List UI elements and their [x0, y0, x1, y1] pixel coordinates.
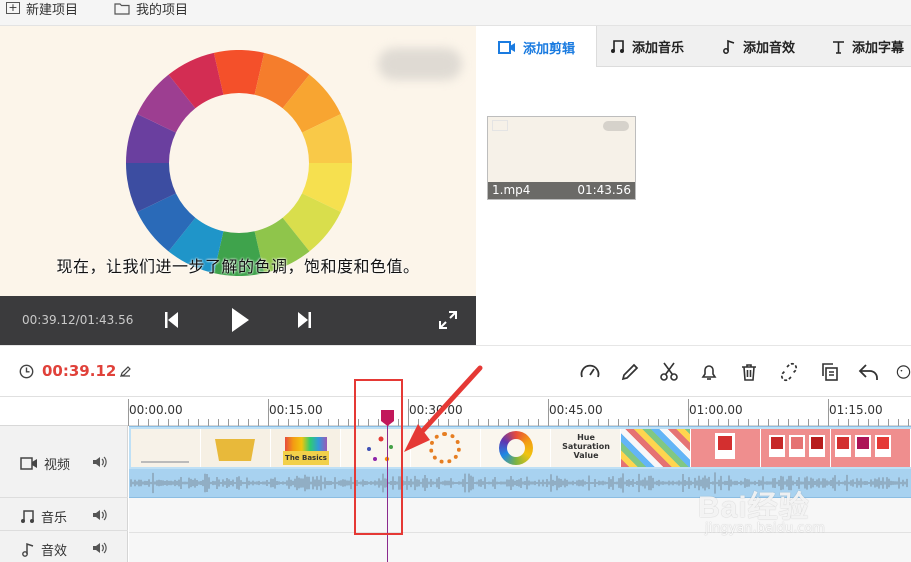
clip-frame — [831, 429, 911, 467]
clip-frame — [621, 429, 691, 467]
track-label-music: 音乐 — [41, 511, 68, 526]
clip-duration: 01:43.56 — [577, 183, 631, 197]
clip-watermark — [603, 121, 629, 131]
plus-icon: + — [6, 2, 20, 14]
bell-icon — [701, 365, 717, 380]
tab-add-clip[interactable]: 添加剪辑 — [476, 26, 597, 68]
fullscreen-icon[interactable] — [438, 310, 458, 330]
undo-button[interactable] — [857, 360, 881, 384]
marker-button[interactable] — [697, 360, 721, 384]
previous-frame-icon[interactable] — [164, 311, 180, 329]
track-header-sfx: 音效 — [0, 532, 128, 562]
playback-time: 00:39.12/01:43.56 — [22, 313, 134, 327]
tab-add-subtitle[interactable]: 添加字幕 — [832, 26, 904, 67]
clip-frame — [691, 429, 761, 467]
track-label-video: 视频 — [44, 458, 71, 473]
top-toolbar: + 新建项目 我的项目 — [0, 0, 911, 26]
music-note-icon — [21, 510, 34, 523]
tab-add-music-label: 添加音乐 — [632, 41, 685, 56]
speedometer-icon — [580, 364, 600, 378]
clip-frame — [761, 429, 831, 467]
play-icon[interactable] — [230, 307, 250, 333]
detach-button[interactable] — [777, 360, 801, 384]
copy-button[interactable] — [818, 360, 842, 384]
clip-frame — [481, 429, 551, 467]
music-note-icon — [611, 40, 624, 53]
player-controls: 00:39.12/01:43.56 — [0, 296, 476, 345]
ruler-ticks — [128, 399, 909, 426]
video-icon — [20, 457, 37, 470]
frame-text-basics: The Basics — [283, 451, 329, 465]
baidu-jingyan-logo: Bai经验 — [698, 491, 810, 524]
time-ruler[interactable]: 00:00.00 00:15.00 00:30.00 00:45.00 01:0… — [0, 397, 911, 426]
sound-effect-icon — [723, 39, 735, 54]
next-frame-icon[interactable] — [296, 311, 312, 329]
smiley-icon — [896, 365, 911, 379]
tab-add-sfx[interactable]: 添加音效 — [721, 26, 795, 67]
clip-frame — [411, 429, 481, 467]
frame-text-hsv: Hue Saturation Value — [562, 433, 610, 460]
volume-icon[interactable] — [92, 508, 108, 522]
video-watermark — [378, 48, 462, 80]
media-library: 1.mp4 01:43.56 — [476, 67, 911, 345]
track-labels: 视频 音乐 音效 — [0, 426, 128, 562]
tab-add-subtitle-label: 添加字幕 — [852, 41, 905, 56]
video-preview[interactable]: 现在，让我们进一步了解的色调，饱和度和色值。 — [0, 26, 476, 296]
folder-icon — [114, 2, 130, 15]
track-label-sfx: 音效 — [41, 544, 68, 559]
edit-time-icon[interactable] — [120, 366, 131, 377]
clip-frame — [201, 429, 271, 467]
sound-effect-icon — [22, 542, 34, 557]
baidu-jingyan-url: jingyan.baidu.com — [705, 521, 825, 536]
speed-button[interactable] — [578, 360, 602, 384]
scissors-icon — [660, 362, 678, 381]
highlight-box — [354, 379, 403, 535]
clip-frame: The Basics — [271, 429, 341, 467]
clip-info-bar: 1.mp4 01:43.56 — [488, 182, 635, 199]
trash-icon — [742, 364, 756, 381]
pencil-icon — [621, 363, 639, 381]
delete-button[interactable] — [737, 360, 761, 384]
unlink-icon — [780, 362, 798, 382]
new-project-button[interactable]: + 新建项目 — [6, 0, 79, 18]
current-time: 00:39.12 — [42, 362, 117, 380]
color-wheel-graphic — [126, 50, 352, 276]
emoji-button[interactable] — [896, 360, 911, 384]
clip-type-icon — [492, 120, 508, 131]
my-projects-button[interactable]: 我的项目 — [114, 0, 189, 18]
track-header-music: 音乐 — [0, 499, 128, 531]
clip-name: 1.mp4 — [492, 183, 531, 197]
undo-icon — [858, 364, 878, 380]
text-icon — [833, 40, 844, 54]
edit-button[interactable] — [618, 360, 642, 384]
timeline-toolbar: 00:39.12 — [0, 345, 911, 397]
new-project-label: 新建项目 — [26, 2, 79, 18]
video-subtitle: 现在，让我们进一步了解的色调，饱和度和色值。 — [56, 257, 420, 276]
volume-icon[interactable] — [92, 455, 108, 469]
media-clip-card[interactable]: 1.mp4 01:43.56 — [487, 116, 636, 200]
copy-icon — [822, 363, 838, 381]
volume-icon[interactable] — [92, 541, 108, 555]
clock-icon — [19, 364, 34, 379]
track-header-video: 视频 — [0, 426, 128, 498]
clip-frame: Hue Saturation Value — [551, 429, 621, 467]
media-tabs: 添加剪辑 添加音乐 添加音效 添加字幕 — [476, 26, 911, 68]
video-icon — [498, 40, 515, 54]
tab-add-music[interactable]: 添加音乐 — [610, 26, 684, 67]
cut-button[interactable] — [657, 360, 681, 384]
tab-add-sfx-label: 添加音效 — [743, 41, 796, 56]
tab-add-clip-label: 添加剪辑 — [523, 41, 576, 57]
my-projects-label: 我的项目 — [136, 2, 189, 18]
clip-frame — [131, 429, 201, 467]
